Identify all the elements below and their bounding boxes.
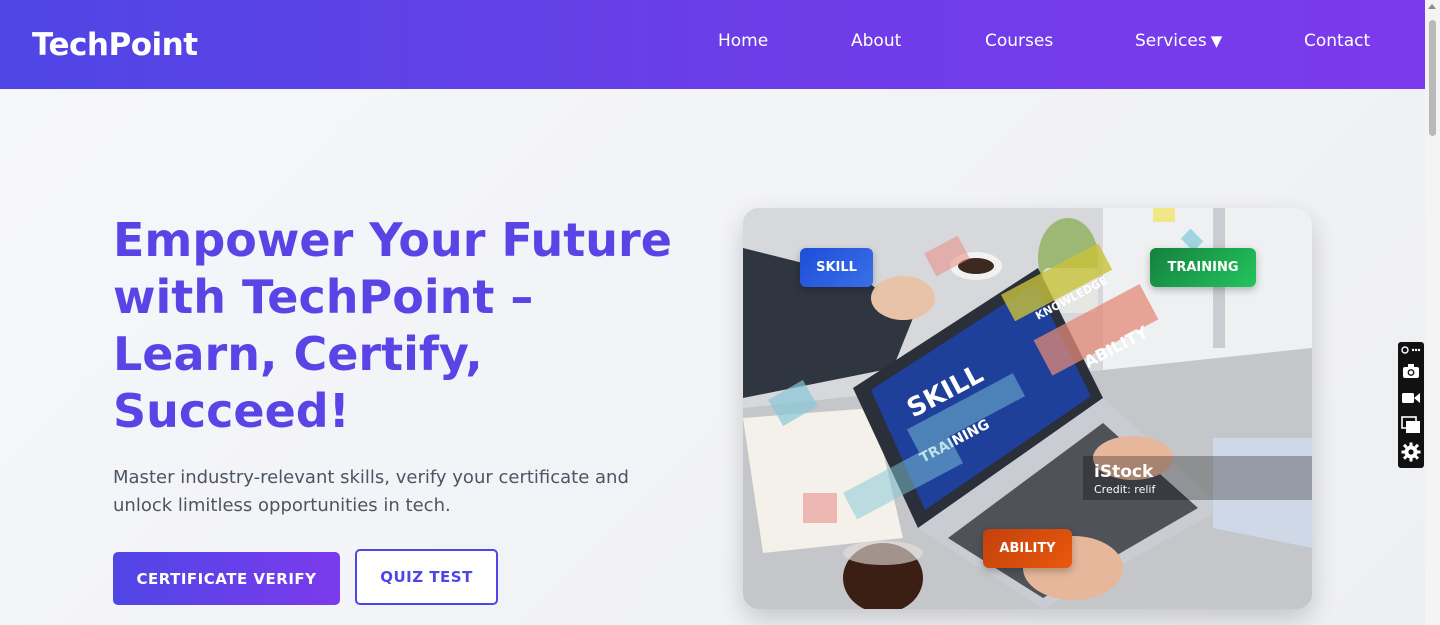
nav-services[interactable]: Services ▼ (1135, 31, 1222, 51)
nav-about[interactable]: About (851, 31, 901, 51)
quiz-test-button[interactable]: QUIZ TEST (355, 549, 498, 605)
nav-home[interactable]: Home (718, 31, 768, 51)
video-icon[interactable] (1400, 386, 1422, 410)
hero-subtitle: Master industry-relevant skills, verify … (113, 467, 629, 516)
nav-contact[interactable]: Contact (1304, 31, 1370, 51)
training-badge: TRAINING (1150, 248, 1256, 287)
camera-icon[interactable] (1400, 359, 1422, 383)
chevron-down-icon: ▼ (1210, 32, 1223, 50)
nav-courses[interactable]: Courses (985, 31, 1053, 51)
capture-toolbar (1398, 342, 1424, 468)
skill-badge: SKILL (800, 248, 873, 287)
window-icon[interactable] (1400, 413, 1422, 437)
istock-credit: Credit: relif (1094, 483, 1156, 496)
certificate-verify-button[interactable]: CERTIFICATE VERIFY (113, 552, 340, 605)
page-scrollbar[interactable] (1425, 0, 1440, 625)
ability-badge: ABILITY (983, 529, 1072, 568)
gear-icon[interactable] (1400, 440, 1422, 464)
link-icon[interactable] (1401, 345, 1421, 357)
main-nav: Home About Courses Services ▼ Contact (0, 0, 1425, 89)
istock-watermark: iStock (1094, 462, 1154, 482)
hero-title: Empower Your Future with TechPoint – Lea… (113, 213, 672, 438)
nav-services-label: Services (1135, 31, 1207, 51)
scroll-up-arrow-icon[interactable] (1428, 4, 1436, 9)
scroll-thumb[interactable] (1429, 20, 1436, 136)
